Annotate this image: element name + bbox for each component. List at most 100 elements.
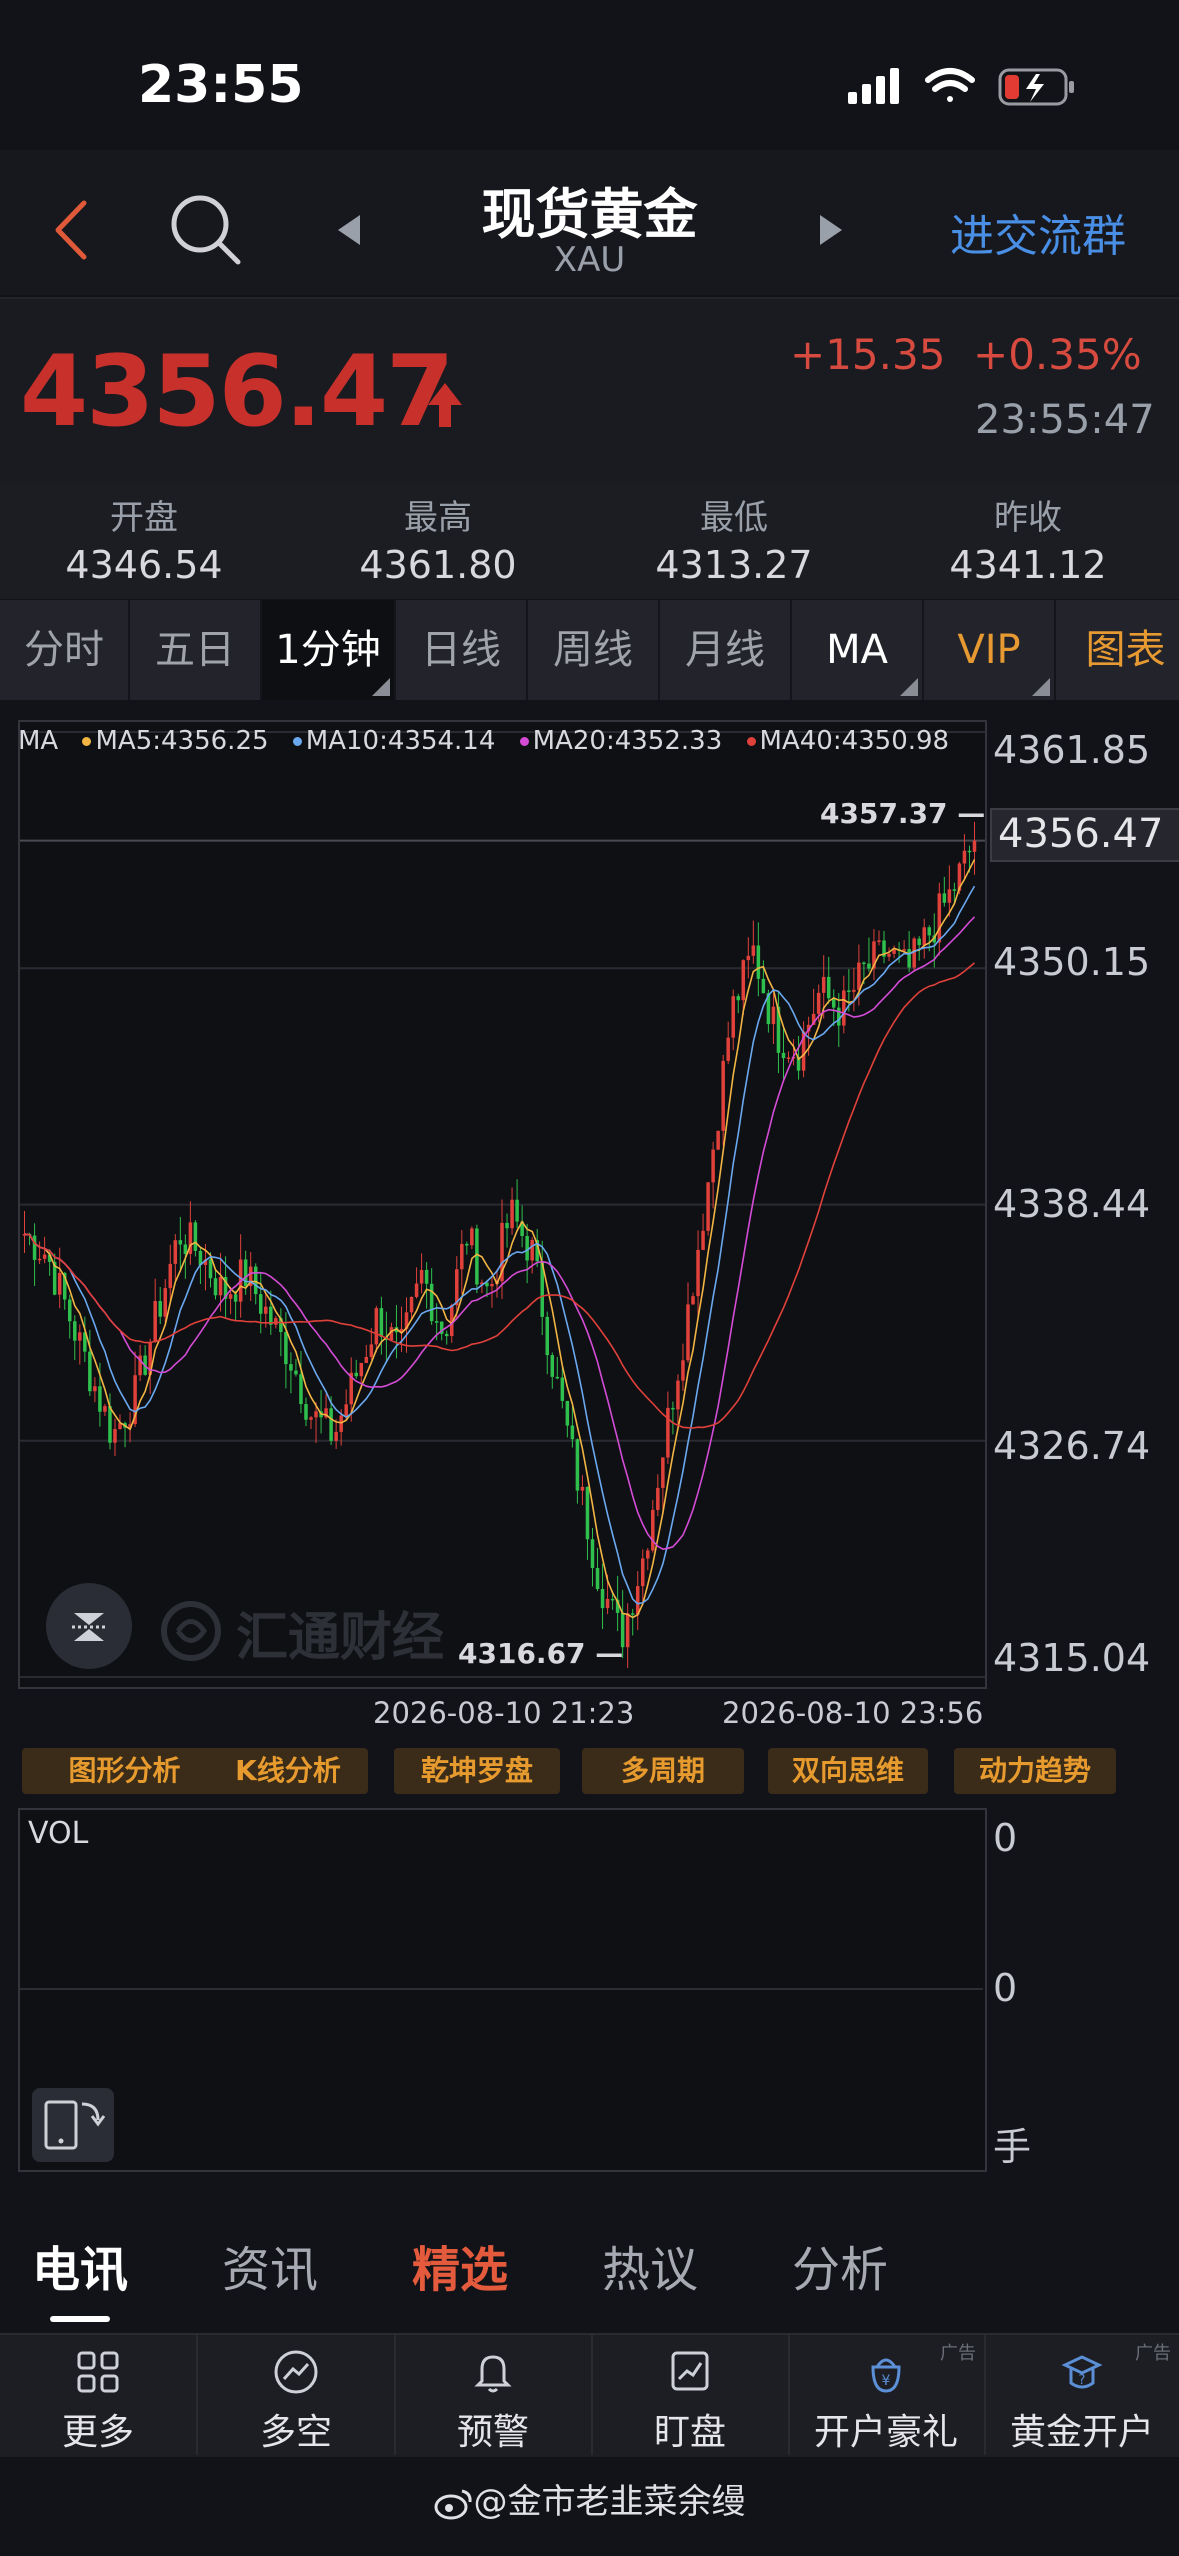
tab-weekly[interactable]: 周线 bbox=[528, 600, 660, 700]
volume-tick: 0 bbox=[993, 1966, 1018, 2010]
candle bbox=[625, 1613, 630, 1648]
news-tab-featured[interactable]: 精选 bbox=[412, 2230, 508, 2300]
candle bbox=[842, 990, 846, 1026]
candle bbox=[113, 1429, 117, 1443]
volume-tick: 0 bbox=[993, 1816, 1018, 1860]
candle bbox=[771, 1006, 776, 1025]
candle bbox=[972, 840, 977, 852]
candle bbox=[108, 1406, 112, 1443]
candle bbox=[887, 953, 891, 957]
candle bbox=[656, 1487, 660, 1510]
candle bbox=[671, 1407, 675, 1410]
candle bbox=[867, 963, 871, 969]
tool-kline-analysis-button[interactable]: K线分析 bbox=[208, 1748, 368, 1794]
ma10-value: MA10:4354.14 bbox=[305, 726, 496, 756]
tool-dual-thinking-button[interactable]: 双向思维 bbox=[768, 1748, 928, 1794]
ad-tag: 广告 bbox=[1135, 2343, 1171, 2364]
candle bbox=[344, 1404, 348, 1416]
candle bbox=[967, 850, 972, 853]
candle bbox=[314, 1411, 318, 1418]
candle bbox=[369, 1344, 374, 1357]
tool-pattern-analysis-button[interactable]: 图形分析 bbox=[22, 1748, 227, 1794]
news-tab-discussion[interactable]: 热议 bbox=[602, 2230, 698, 2300]
stat-label: 昨收 bbox=[994, 498, 1062, 538]
ma5-legend: MA5:4356.25 bbox=[82, 726, 269, 756]
watermark-logo-icon bbox=[161, 1601, 221, 1661]
candle bbox=[460, 1243, 464, 1270]
candle bbox=[42, 1254, 47, 1259]
candle bbox=[857, 962, 861, 990]
quote-time: 23:55:47 bbox=[975, 397, 1155, 443]
tab-1-minute[interactable]: 1分钟 bbox=[262, 600, 396, 700]
candle bbox=[379, 1308, 384, 1337]
tool-compass-button[interactable]: 乾坤罗盘 bbox=[394, 1748, 560, 1794]
candle bbox=[826, 976, 831, 999]
tab-ma[interactable]: MA bbox=[792, 600, 924, 700]
status-icons bbox=[848, 68, 1074, 106]
candle bbox=[756, 945, 761, 979]
stat-value: 4361.80 bbox=[359, 543, 517, 587]
stat-value: 4313.27 bbox=[655, 543, 813, 587]
candle bbox=[93, 1386, 97, 1392]
low-value: 4316.67 bbox=[458, 1637, 586, 1670]
tool-multi-period-button[interactable]: 多周期 bbox=[582, 1748, 744, 1794]
battery-icon bbox=[998, 68, 1074, 106]
candle bbox=[183, 1244, 188, 1254]
bottom-long-short-button[interactable]: 多空 bbox=[198, 2333, 396, 2455]
candle bbox=[304, 1404, 308, 1420]
monitor-icon bbox=[671, 2351, 709, 2391]
candle bbox=[726, 1037, 730, 1061]
candle bbox=[284, 1331, 288, 1365]
ma10-legend: MA10:4354.14 bbox=[292, 726, 496, 756]
tab-five-day[interactable]: 五日 bbox=[130, 600, 262, 700]
tool-momentum-button[interactable]: 动力趋势 bbox=[954, 1748, 1116, 1794]
credit-text: @金市老韭菜余缦 bbox=[473, 2482, 746, 2522]
tab-monthly[interactable]: 月线 bbox=[660, 600, 792, 700]
candle bbox=[821, 976, 826, 993]
news-tab-telegraph[interactable]: 电讯 bbox=[32, 2230, 128, 2300]
candle bbox=[691, 1296, 695, 1305]
join-group-button[interactable]: 进交流群 bbox=[950, 200, 1126, 264]
candle bbox=[424, 1269, 429, 1284]
tab-vip[interactable]: VIP bbox=[924, 600, 1056, 700]
stat-high: 最高 4361.80 bbox=[318, 490, 558, 587]
stat-label: 最高 bbox=[404, 498, 472, 538]
bottom-label: 多空 bbox=[259, 2412, 332, 2453]
candle bbox=[354, 1372, 359, 1377]
price-change-percent: +0.35% bbox=[973, 330, 1142, 379]
tab-label: VIP bbox=[957, 627, 1021, 673]
bottom-open-account-gift-button[interactable]: 广告 ¥ 开户豪礼 bbox=[788, 2333, 986, 2455]
candle bbox=[78, 1332, 82, 1341]
tab-daily[interactable]: 日线 bbox=[396, 600, 528, 700]
candle bbox=[274, 1318, 278, 1325]
candle bbox=[942, 893, 947, 903]
rotate-screen-button[interactable] bbox=[32, 2088, 114, 2162]
news-tab-news[interactable]: 资讯 bbox=[222, 2230, 318, 2300]
bottom-alert-button[interactable]: 预警 bbox=[395, 2333, 593, 2455]
stat-prev-close: 昨收 4341.12 bbox=[908, 490, 1148, 587]
wifi-icon bbox=[925, 68, 975, 102]
candle bbox=[565, 1400, 570, 1426]
bottom-more-button[interactable]: 更多 bbox=[0, 2333, 198, 2455]
collapse-toggle-button[interactable] bbox=[46, 1583, 132, 1669]
stat-open: 开盘 4346.54 bbox=[24, 490, 264, 587]
bell-icon bbox=[474, 2355, 512, 2393]
tab-chart-settings[interactable]: 图表 bbox=[1056, 600, 1179, 700]
candle bbox=[103, 1406, 107, 1412]
bottom-gold-account-button[interactable]: 广告 ? 黄金开户 bbox=[985, 2333, 1179, 2455]
candle bbox=[741, 960, 746, 1001]
news-tab-analysis[interactable]: 分析 bbox=[792, 2230, 888, 2300]
candle bbox=[374, 1308, 379, 1345]
candle bbox=[711, 1149, 715, 1183]
stat-low: 最低 4313.27 bbox=[614, 490, 854, 587]
candlestick-chart[interactable] bbox=[18, 720, 987, 1689]
rotate-screen-icon bbox=[44, 2100, 106, 2150]
candle bbox=[434, 1321, 439, 1323]
bottom-watch-button[interactable]: 盯盘 bbox=[592, 2333, 790, 2455]
candle bbox=[761, 978, 766, 994]
bottom-label: 开户豪礼 bbox=[813, 2412, 958, 2453]
volume-panel[interactable] bbox=[18, 1808, 987, 2172]
candle bbox=[530, 1239, 534, 1261]
bottom-label: 盯盘 bbox=[653, 2412, 726, 2453]
tab-timeshare[interactable]: 分时 bbox=[0, 600, 130, 700]
